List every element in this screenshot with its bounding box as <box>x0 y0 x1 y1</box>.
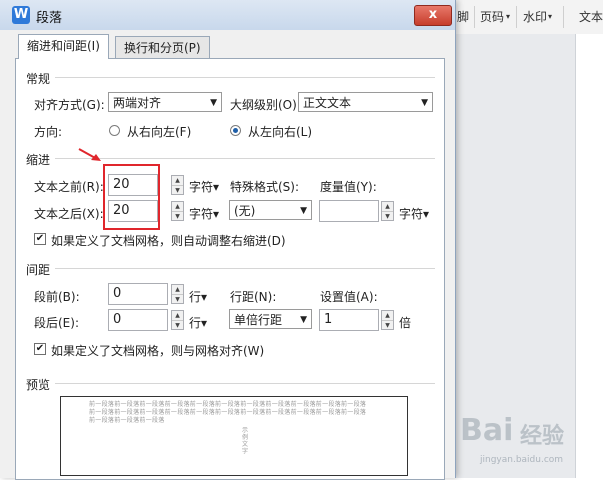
toolbar-separator <box>563 6 564 28</box>
chevron-down-icon: ▼ <box>210 98 217 108</box>
spin-up-icon[interactable]: ▲ <box>172 311 183 320</box>
chevron-down-icon[interactable]: ▾ <box>548 12 552 21</box>
setting-value-label: 设置值(A): <box>320 290 378 304</box>
baidu-watermark-url: jingyan.baidu.com <box>480 455 564 465</box>
baidu-watermark-text: 经验 <box>520 424 565 449</box>
ltr-radio[interactable] <box>230 125 241 136</box>
paragraph-dialog: W 段落 x 缩进和间距(I) 换行和分页(P) 常规 对齐方式(G): 两端对… <box>0 0 456 480</box>
section-title-spacing: 间距 <box>26 263 51 277</box>
indent-after-unit[interactable]: 字符▾ <box>189 205 219 222</box>
divider <box>55 158 435 159</box>
measure-label: 度量值(Y): <box>320 180 377 194</box>
spin-up-icon[interactable]: ▲ <box>382 311 393 320</box>
indent-before-label: 文本之前(R): <box>34 180 104 194</box>
wps-writer-icon: W <box>12 6 30 24</box>
spin-down-icon[interactable]: ▼ <box>172 185 183 195</box>
indent-after-label: 文本之后(X): <box>34 207 104 221</box>
rtl-radio[interactable] <box>109 125 120 136</box>
space-before-spinner[interactable]: ▲ ▼ <box>171 284 184 304</box>
indent-before-spinner[interactable]: ▲ ▼ <box>171 175 184 195</box>
measure-unit[interactable]: 字符▾ <box>399 205 429 222</box>
spin-down-icon[interactable]: ▼ <box>172 294 183 304</box>
baidu-watermark-logo: Bai <box>460 413 514 448</box>
setting-value-unit: 倍 <box>399 316 412 330</box>
space-before-label: 段前(B): <box>34 290 80 304</box>
annotation-arrow-icon <box>78 148 101 161</box>
auto-adjust-checkbox[interactable]: ✔ <box>34 233 46 245</box>
indent-after-spinner[interactable]: ▲ ▼ <box>171 201 184 221</box>
annotation-highlight-box <box>103 164 160 230</box>
close-button[interactable]: x <box>414 5 452 26</box>
space-before-unit[interactable]: 行▾ <box>189 288 207 305</box>
grid-align-label[interactable]: 如果定义了文档网格，则与网格对齐(W) <box>51 342 264 359</box>
outline-level-value: 正文文本 <box>303 96 352 110</box>
space-after-label: 段后(E): <box>34 316 79 330</box>
divider <box>55 383 435 384</box>
measure-spinner[interactable]: ▲ ▼ <box>381 201 394 221</box>
preview-sample-text: 示例文字 <box>242 427 249 455</box>
chevron-down-icon: ▼ <box>421 98 428 108</box>
space-before-input[interactable]: 0 <box>108 283 168 305</box>
outline-level-select[interactable]: 正文文本 ▼ <box>298 92 433 112</box>
spin-down-icon[interactable]: ▼ <box>382 211 393 221</box>
chevron-down-icon[interactable]: ▾ <box>506 12 510 21</box>
divider <box>55 77 435 78</box>
toolbar-item-page-number[interactable]: 页码 <box>480 8 504 25</box>
section-title-general: 常规 <box>26 72 51 86</box>
spin-down-icon[interactable]: ▼ <box>172 320 183 330</box>
spin-up-icon[interactable]: ▲ <box>172 285 183 294</box>
rtl-label[interactable]: 从右向左(F) <box>127 123 191 140</box>
setting-value-input[interactable]: 1 <box>319 309 379 331</box>
setting-value-spinner[interactable]: ▲ ▼ <box>381 310 394 330</box>
divider <box>55 268 435 269</box>
special-format-label: 特殊格式(S): <box>230 180 300 194</box>
toolbar-separator <box>516 6 517 28</box>
alignment-value: 两端对齐 <box>113 96 162 110</box>
grid-align-checkbox[interactable]: ✔ <box>34 343 46 355</box>
ltr-label[interactable]: 从左向右(L) <box>248 123 312 140</box>
space-after-unit[interactable]: 行▾ <box>189 314 207 331</box>
background-page <box>575 34 603 478</box>
space-after-input[interactable]: 0 <box>108 309 168 331</box>
dialog-titlebar[interactable] <box>0 0 455 30</box>
space-after-spinner[interactable]: ▲ ▼ <box>171 310 184 330</box>
measure-input[interactable] <box>319 200 379 222</box>
preview-line: 前一段落前一段落前一段落 <box>89 417 165 424</box>
section-title-preview: 预览 <box>26 378 51 392</box>
toolbar-item-footer[interactable]: 脚 <box>457 8 469 25</box>
special-format-select[interactable]: (无) ▼ <box>229 200 312 220</box>
line-spacing-value: 单倍行距 <box>234 313 283 327</box>
special-format-value: (无) <box>234 204 256 218</box>
toolbar-item-text[interactable]: 文本 <box>579 8 603 25</box>
indent-before-unit[interactable]: 字符▾ <box>189 178 219 195</box>
preview-box: 前一段落前一段落前一段落前一段落前一段落前一段落前一段落前一段落前一段落前一段落… <box>60 396 408 476</box>
tab-indent-spacing[interactable]: 缩进和间距(I) <box>18 34 109 59</box>
spin-up-icon[interactable]: ▲ <box>172 202 183 211</box>
spin-down-icon[interactable]: ▼ <box>172 211 183 221</box>
spin-down-icon[interactable]: ▼ <box>382 320 393 330</box>
line-spacing-label: 行距(N): <box>230 290 277 304</box>
spin-up-icon[interactable]: ▲ <box>172 176 183 185</box>
section-title-indent: 缩进 <box>26 153 51 167</box>
toolbar-item-watermark[interactable]: 水印 <box>523 8 547 25</box>
alignment-label: 对齐方式(G): <box>34 98 105 112</box>
line-spacing-select[interactable]: 单倍行距 ▼ <box>229 309 312 329</box>
chevron-down-icon: ▼ <box>300 315 307 325</box>
alignment-select[interactable]: 两端对齐 ▼ <box>108 92 222 112</box>
auto-adjust-label[interactable]: 如果定义了文档网格，则自动调整右缩进(D) <box>51 232 286 249</box>
direction-label: 方向: <box>34 125 63 139</box>
toolbar-separator <box>474 6 475 28</box>
dialog-title: 段落 <box>36 11 63 26</box>
tab-line-page-breaks[interactable]: 换行和分页(P) <box>115 36 210 59</box>
chevron-down-icon: ▼ <box>300 206 307 216</box>
outline-level-label: 大纲级别(O): <box>230 98 301 112</box>
spin-up-icon[interactable]: ▲ <box>382 202 393 211</box>
